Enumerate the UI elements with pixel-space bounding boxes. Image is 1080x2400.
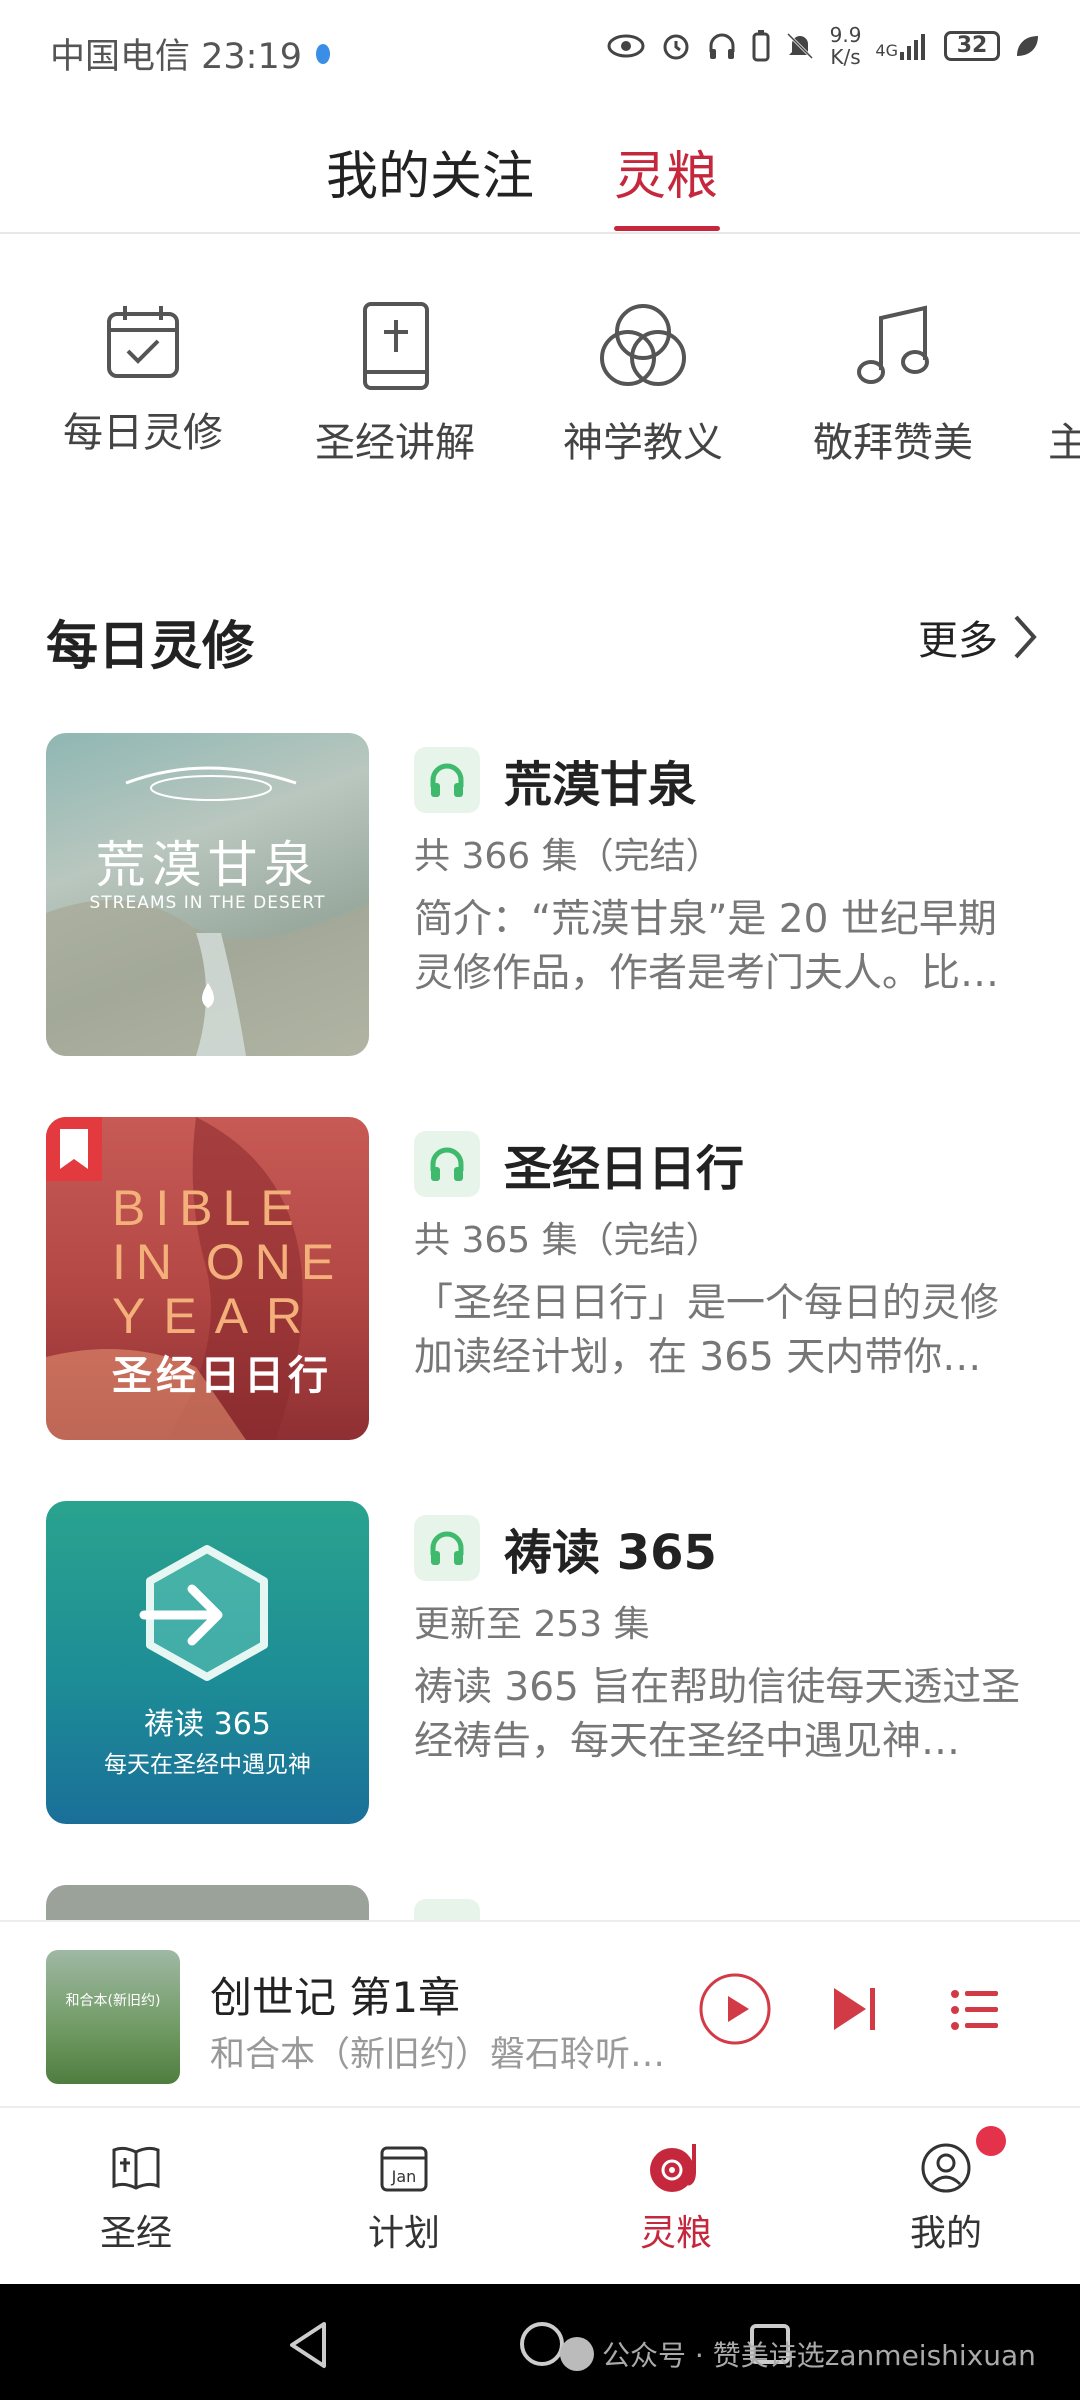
calendar-check-icon [107,306,179,378]
category-label: 圣经讲解 [315,420,475,466]
cover-en-line-3: YEAR [112,1288,321,1344]
player-cover-label: 和合本(新旧约) [65,1993,161,2009]
list-item[interactable]: 荒漠甘泉 STREAMS IN THE DESERT 荒漠甘泉 共 366 集（… [0,733,1080,1063]
top-tabs: 我的关注 灵粮 [0,120,1080,232]
nav-me[interactable]: 我的 [866,2142,1026,2256]
tab-my-follows[interactable]: 我的关注 [326,134,534,209]
player-subtitle: 和合本（新旧约）磐石聆听… [210,2035,666,2075]
nav-label: 我的 [909,2213,982,2254]
bible-icon [112,2146,160,2190]
rings-icon [600,304,686,386]
player-title: 创世记 第1章 [210,1973,461,2022]
cover-title: 荒漠甘泉 [95,836,320,894]
bottom-nav: 圣经 Jan 计划 灵粮 我的 [0,2106,1080,2284]
music-note-icon [857,305,929,384]
playlist-button[interactable] [950,1988,1000,2032]
headphones-status-icon [709,33,735,59]
more-label: 更多 [918,618,998,664]
item-episode-count: 更新至 253 集 [414,1604,650,1645]
item-description: 简介：“荒漠甘泉”是 20 世纪早期灵修作品，作者是考门夫人。比… [414,897,1000,996]
section-title: 每日灵修 [46,617,255,677]
eye-icon [607,34,645,58]
network-speed: 9.9 K/s [829,23,862,69]
category-label: 主 [1048,420,1080,466]
category-more[interactable]: 主 [1048,300,1080,468]
category-daily-devotion[interactable]: 每日灵修 [48,300,238,458]
active-tab-indicator [614,226,720,231]
watermark-text: 公众号 · 赞美诗选zanmeishixuan [602,2339,1036,2372]
user-icon [921,2143,971,2193]
item-episode-count: 共 366 集（完结） [414,836,722,877]
player-cover: 和合本(新旧约) [46,1950,180,2084]
category-label: 每日灵修 [63,410,223,456]
divider [0,232,1080,234]
category-worship[interactable]: 敬拜赞美 [798,300,988,468]
watermark: 公众号 · 赞美诗选zanmeishixuan [560,2334,1036,2374]
category-row: 每日灵修 圣经讲解 神学教义 敬拜赞美 主 [0,300,1080,490]
cover-bible-in-one-year: BIBLE IN ONE YEAR 圣经日日行 [46,1117,369,1440]
item-title: 祷读 365 [504,1525,717,1581]
calendar-jan-text: Jan [391,2167,417,2186]
notification-dot [976,2126,1006,2156]
category-label: 神学教义 [563,420,723,466]
nav-bible[interactable]: 圣经 [56,2142,216,2256]
home-icon[interactable] [518,2320,566,2368]
cover-en-line-1: BIBLE [112,1180,304,1236]
nav-plan[interactable]: Jan 计划 [324,2142,484,2256]
record-icon [650,2144,696,2192]
bible-book-icon [363,302,429,390]
cover-title: 祷读 365 [144,1707,271,1742]
play-button[interactable] [698,1972,772,2046]
cover-partial [46,1885,369,1925]
item-description: 祷读 365 旨在帮助信徒每天透过圣经祷告，每天在圣经中遇见神… [414,1665,1021,1764]
item-description: 「圣经日日行」是一个每日的灵修加读经计划，在 365 天内带你… [414,1281,1000,1380]
headphones-icon [414,1515,480,1581]
signal-icon: 4G [875,32,930,60]
more-link[interactable]: 更多 [918,608,1038,666]
nav-label: 圣经 [99,2213,172,2254]
carrier-time: 中国电信 23:19 [50,37,302,77]
headphones-icon [414,747,480,813]
list-item-partial[interactable] [0,1885,1080,1925]
cover-subtitle: STREAMS IN THE DESERT [89,893,326,913]
list-item[interactable]: 祷读 365 每天在圣经中遇见神 祷读 365 更新至 253 集 祷读 365… [0,1501,1080,1831]
mute-bell-icon [786,32,813,60]
chevron-right-icon [1014,615,1037,659]
category-label: 敬拜赞美 [813,420,973,466]
headphones-icon [414,1131,480,1197]
nav-label: 灵粮 [639,2213,712,2254]
status-bar: 中国电信 23:19 9.9 K/s 4G 32 [0,0,1080,104]
system-nav-bar: 公众号 · 赞美诗选zanmeishixuan [0,2284,1080,2400]
calendar-jan-icon: Jan [380,2146,428,2192]
item-title: 圣经日日行 [504,1141,745,1197]
item-title: 荒漠甘泉 [504,757,697,813]
cover-prayer-365: 祷读 365 每天在圣经中遇见神 [46,1501,369,1824]
item-episode-count: 共 365 集（完结） [414,1220,722,1261]
alarm-icon [663,34,689,60]
cover-en-line-2: IN ONE [112,1234,345,1290]
battery-level: 32 [944,31,1000,61]
location-icon [316,43,330,64]
nav-label: 计划 [367,2213,440,2254]
mini-player[interactable]: 和合本(新旧约) 创世记 第1章 和合本（新旧约）磐石聆听… [0,1920,1080,2106]
back-icon[interactable] [286,2320,330,2370]
wechat-logo-icon [560,2337,594,2371]
tab-spiritual-food[interactable]: 灵粮 [614,134,718,209]
leaf-icon [1017,36,1038,56]
cover-streams-in-desert: 荒漠甘泉 STREAMS IN THE DESERT [46,733,369,1056]
battery-small-icon [752,30,770,62]
category-icon [1048,300,1080,392]
next-track-button[interactable] [830,1984,880,2034]
category-bible-exposition[interactable]: 圣经讲解 [300,300,490,468]
nav-spiritual-food[interactable]: 灵粮 [596,2142,756,2256]
cover-title: 圣经日日行 [112,1353,332,1399]
category-theology[interactable]: 神学教义 [548,300,738,468]
cover-subtitle: 每天在圣经中遇见神 [104,1752,311,1778]
list-item[interactable]: BIBLE IN ONE YEAR 圣经日日行 圣经日日行 共 365 集（完结… [0,1117,1080,1447]
